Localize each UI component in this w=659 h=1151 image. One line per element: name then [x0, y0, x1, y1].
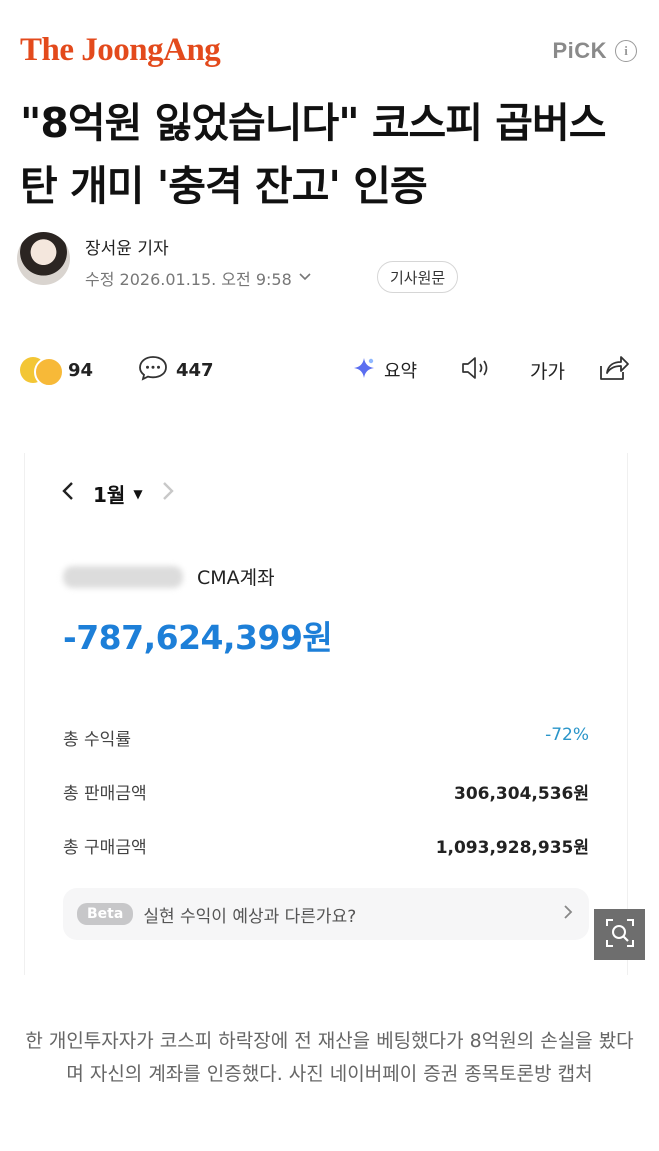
byline: 장서윤 기자 수정 2026.01.15. 오전 9:58 기사원문 — [17, 232, 639, 293]
month-selector[interactable]: 1월 — [93, 479, 125, 508]
chevron-right-icon[interactable] — [161, 480, 175, 508]
image-zoom-button[interactable] — [594, 909, 645, 960]
summary-button[interactable]: 요약 — [352, 348, 417, 392]
article-image[interactable]: 1월 ▼ CMA계좌 -787,624,399원 총 수익률 -72% 총 판매… — [24, 453, 628, 975]
share-icon — [598, 354, 630, 387]
stat-row-sales-amount: 총 판매금액 306,304,536원 — [63, 775, 589, 805]
publisher-logo[interactable]: The JoongAng — [20, 32, 221, 69]
chevron-left-icon[interactable] — [61, 480, 75, 508]
account-balance: -787,624,399원 — [63, 618, 333, 657]
beta-feedback-banner[interactable]: Beta 실현 수익이 예상과 다른가요? — [63, 888, 589, 940]
sparkle-icon — [352, 356, 376, 385]
font-size-label: 가가 — [530, 360, 565, 383]
stat-value: 1,093,928,935원 — [435, 838, 589, 858]
info-icon[interactable]: i — [615, 40, 637, 62]
caret-down-icon[interactable]: ▼ — [133, 487, 142, 501]
original-article-button[interactable]: 기사원문 — [377, 261, 459, 293]
reporter-avatar[interactable] — [17, 232, 70, 285]
beta-question: 실현 수익이 예상과 다른가요? — [143, 906, 357, 927]
reaction-emoji-icon — [20, 356, 64, 387]
account-header: CMA계좌 — [63, 563, 275, 590]
stat-row-return-rate: 총 수익률 -72% — [63, 721, 589, 751]
reaction-count: 94 — [68, 359, 94, 381]
account-type: CMA계좌 — [197, 567, 275, 589]
stat-row-purchase-amount: 총 구매금액 1,093,928,935원 — [63, 829, 589, 859]
stat-label: 총 구매금액 — [63, 838, 147, 858]
article-action-bar: 94 447 요약 가가 — [20, 348, 639, 392]
audio-button[interactable] — [460, 348, 494, 392]
image-caption: 한 개인투자자가 코스피 하락장에 전 재산을 베팅했다가 8억원의 손실을 봤… — [25, 1030, 634, 1085]
pick-badge[interactable]: PiCK i — [552, 38, 637, 64]
beta-badge: Beta — [77, 903, 134, 925]
pick-label: PiCK — [552, 38, 607, 63]
blurred-account-name — [63, 565, 183, 588]
summary-label: 요약 — [384, 361, 418, 382]
reaction-button[interactable]: 94 — [20, 348, 93, 392]
article-timestamp[interactable]: 수정 2026.01.15. 오전 9:58 — [85, 266, 312, 290]
stat-value: 306,304,536원 — [453, 784, 589, 804]
month-navigation: 1월 ▼ — [61, 479, 175, 508]
stat-label: 총 수익률 — [63, 730, 131, 750]
share-button[interactable] — [598, 348, 630, 392]
speaker-icon — [460, 355, 494, 386]
chevron-down-icon[interactable] — [298, 271, 312, 285]
chevron-right-icon — [563, 904, 573, 925]
stat-value: -72% — [545, 725, 589, 745]
font-size-button[interactable]: 가가 — [530, 348, 565, 392]
zoom-search-icon — [605, 918, 635, 952]
article-headline: "8억원 잃었습니다" 코스피 곱버스 탄 개미 '충격 잔고' 인증 — [20, 99, 606, 210]
comment-button[interactable]: 447 — [138, 348, 214, 392]
top-bar: The JoongAng PiCK i — [20, 32, 637, 76]
reporter-name[interactable]: 장서윤 기자 — [85, 234, 169, 259]
stat-label: 총 판매금액 — [63, 784, 147, 804]
modified-date: 수정 2026.01.15. 오전 9:58 — [85, 270, 292, 289]
comment-icon — [138, 354, 168, 387]
comment-count: 447 — [176, 359, 214, 381]
